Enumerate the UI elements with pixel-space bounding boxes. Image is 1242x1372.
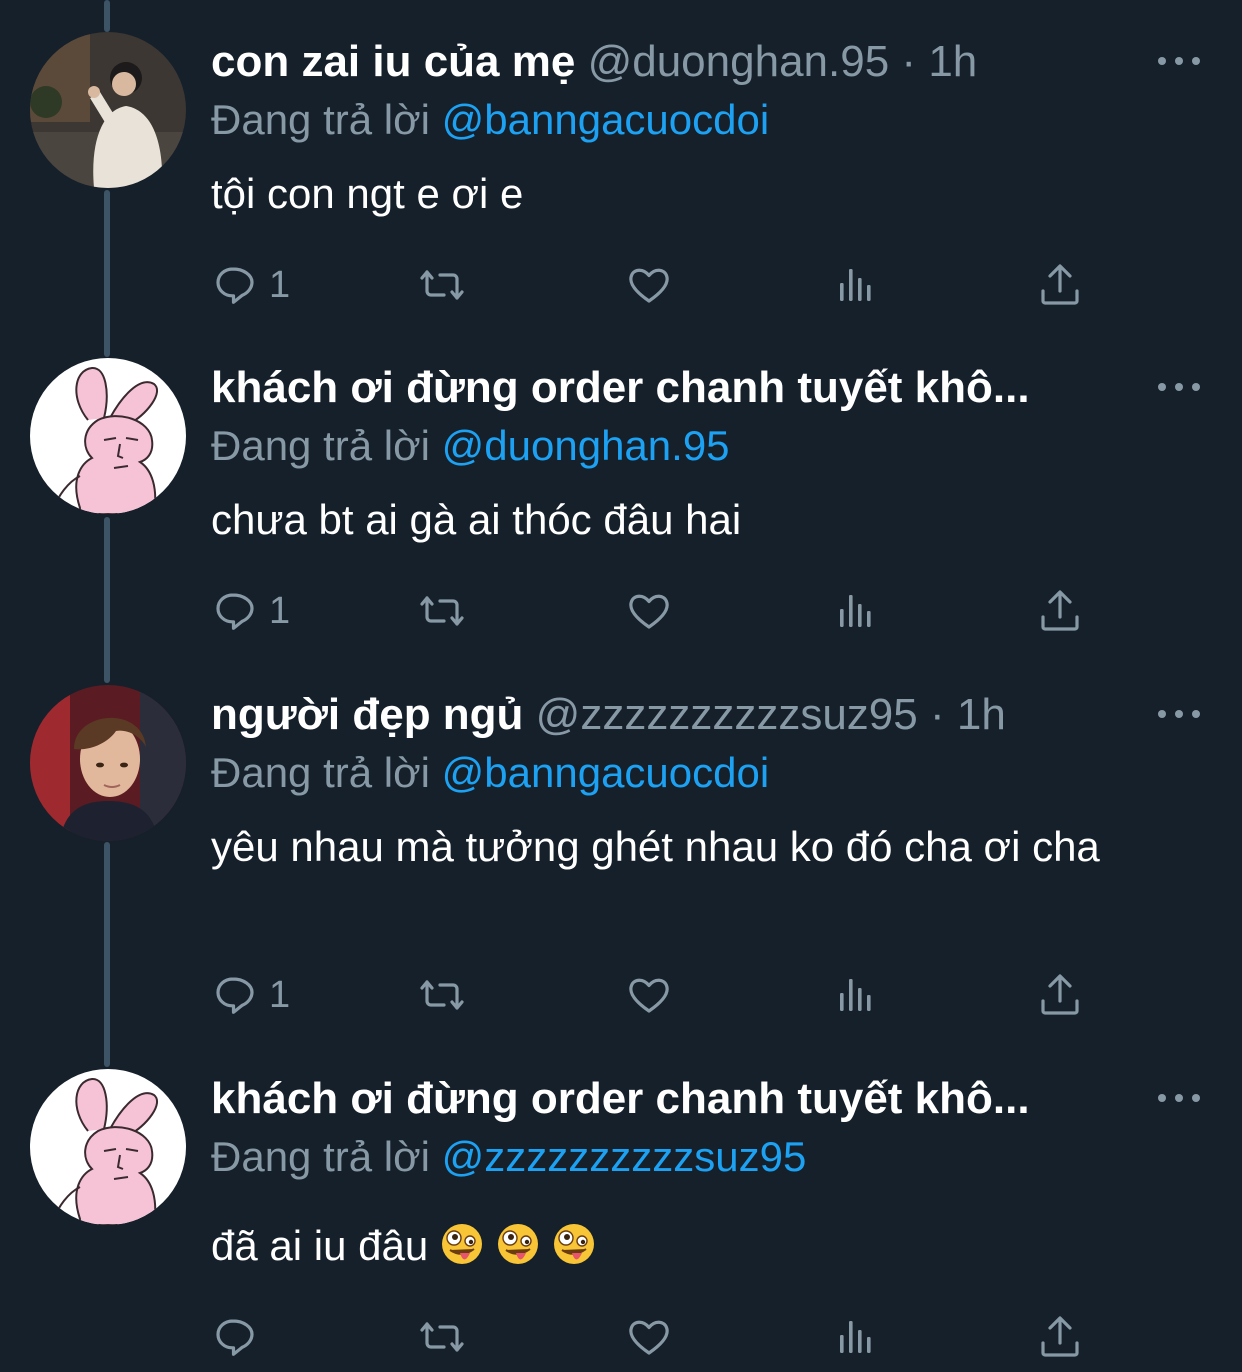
tweet-body: đã ai iu đâu	[211, 1217, 1191, 1275]
share-button[interactable]	[1036, 581, 1084, 641]
views-button[interactable]	[831, 1307, 879, 1367]
retweet-icon	[420, 596, 464, 626]
reply-icon	[216, 267, 254, 304]
avatar[interactable]	[30, 32, 186, 188]
views-icon	[840, 595, 871, 627]
avatar[interactable]	[30, 1069, 186, 1225]
share-icon	[1041, 590, 1079, 631]
thread-line	[104, 0, 110, 32]
separator-dot: ·	[929, 690, 945, 739]
zany-face-emoji-icon	[497, 1223, 540, 1265]
reply-count: 1	[269, 590, 291, 632]
more-options-icon[interactable]	[1158, 372, 1200, 402]
retweet-icon	[420, 1322, 464, 1352]
like-button[interactable]	[625, 1307, 673, 1367]
replying-to-label: Đang trả lời	[211, 422, 430, 469]
zany-face-emoji-icon	[441, 1223, 484, 1265]
replying-to-mention[interactable]: @banngacuocdoi	[442, 749, 770, 796]
views-button[interactable]	[831, 581, 879, 641]
photo-avatar-icon	[30, 32, 186, 188]
avatar[interactable]	[30, 685, 186, 841]
replying-to-mention[interactable]: @banngacuocdoi	[442, 96, 770, 143]
like-icon	[629, 1320, 669, 1355]
tweet-text: yêu nhau mà tưởng ghét nhau ko đó cha ơi…	[211, 823, 1100, 870]
tweet-text: tội con ngt e ơi e	[211, 170, 524, 217]
replying-to-mention[interactable]: @zzzzzzzzzzsuz95	[442, 1133, 807, 1180]
tweet-header: khách ơi đừng order chanh tuyết khô...	[211, 358, 1141, 418]
replying-to-label: Đang trả lời	[211, 1133, 430, 1180]
display-name[interactable]: khách ơi đừng order chanh tuyết khô...	[211, 363, 1030, 412]
retweet-button[interactable]	[418, 965, 466, 1025]
reply-icon	[216, 977, 254, 1014]
more-options-icon[interactable]	[1158, 699, 1200, 729]
like-button[interactable]	[625, 255, 673, 315]
share-icon	[1041, 974, 1079, 1015]
like-icon	[629, 978, 669, 1013]
views-icon	[840, 979, 871, 1011]
reply-button[interactable]	[213, 1307, 269, 1367]
pink-bunny-avatar-icon	[30, 358, 186, 514]
replying-to-label: Đang trả lời	[211, 749, 430, 796]
reply-button[interactable]: 1	[213, 965, 290, 1025]
like-button[interactable]	[625, 965, 673, 1025]
zany-face-emoji-icon	[553, 1223, 596, 1265]
share-button[interactable]	[1036, 965, 1084, 1025]
replying-to: Đang trả lời @banngacuocdoi	[211, 743, 769, 803]
pink-bunny-avatar-icon	[30, 1069, 186, 1225]
share-icon	[1041, 1316, 1079, 1357]
retweet-icon	[420, 980, 464, 1010]
tweet-header: con zai iu của mẹ @duonghan.95 · 1h	[211, 32, 1141, 92]
more-options-icon[interactable]	[1158, 46, 1200, 76]
like-icon	[629, 594, 669, 629]
tweet-header: người đẹp ngủ @zzzzzzzzzzsuz95 · 1h	[211, 685, 1141, 745]
replying-to: Đang trả lời @banngacuocdoi	[211, 90, 769, 150]
tweet-actions: 1	[0, 581, 1242, 641]
like-button[interactable]	[625, 581, 673, 641]
user-handle[interactable]: @duonghan.95	[588, 37, 890, 86]
timestamp[interactable]: 1h	[928, 37, 977, 86]
thread-line	[104, 842, 110, 1067]
tweet-actions: 1	[0, 965, 1242, 1025]
views-icon	[840, 269, 871, 301]
replying-to-mention[interactable]: @duonghan.95	[442, 422, 730, 469]
separator-dot: ·	[901, 37, 917, 86]
retweet-icon	[420, 270, 464, 300]
reply-icon	[216, 593, 254, 630]
photo-avatar-icon	[30, 685, 186, 841]
like-icon	[629, 268, 669, 303]
more-options-icon[interactable]	[1158, 1083, 1200, 1113]
replying-to: Đang trả lời @zzzzzzzzzzsuz95	[211, 1127, 806, 1187]
retweet-button[interactable]	[418, 255, 466, 315]
tweet-text: chưa bt ai gà ai thóc đâu hai	[211, 496, 742, 543]
reply-icon	[216, 1319, 254, 1356]
display-name[interactable]: khách ơi đừng order chanh tuyết khô...	[211, 1074, 1030, 1123]
display-name[interactable]: người đẹp ngủ	[211, 690, 523, 739]
display-name[interactable]: con zai iu của mẹ	[211, 37, 575, 86]
reply-count: 1	[269, 264, 291, 306]
tweet-text: đã ai iu đâu	[211, 1222, 429, 1269]
reply-button[interactable]: 1	[213, 255, 290, 315]
views-button[interactable]	[831, 965, 879, 1025]
reply-button[interactable]: 1	[213, 581, 290, 641]
share-button[interactable]	[1036, 1307, 1084, 1367]
share-button[interactable]	[1036, 255, 1084, 315]
replying-to: Đang trả lời @duonghan.95	[211, 416, 730, 476]
avatar[interactable]	[30, 358, 186, 514]
tweet-header: khách ơi đừng order chanh tuyết khô...	[211, 1069, 1141, 1129]
tweet-actions	[0, 1307, 1242, 1367]
reply-count: 1	[269, 974, 291, 1016]
share-icon	[1041, 264, 1079, 305]
replying-to-label: Đang trả lời	[211, 96, 430, 143]
tweet-actions: 1	[0, 255, 1242, 315]
views-icon	[840, 1321, 871, 1353]
retweet-button[interactable]	[418, 581, 466, 641]
retweet-button[interactable]	[418, 1307, 466, 1367]
timestamp[interactable]: 1h	[957, 690, 1006, 739]
views-button[interactable]	[831, 255, 879, 315]
user-handle[interactable]: @zzzzzzzzzzsuz95	[536, 690, 918, 739]
